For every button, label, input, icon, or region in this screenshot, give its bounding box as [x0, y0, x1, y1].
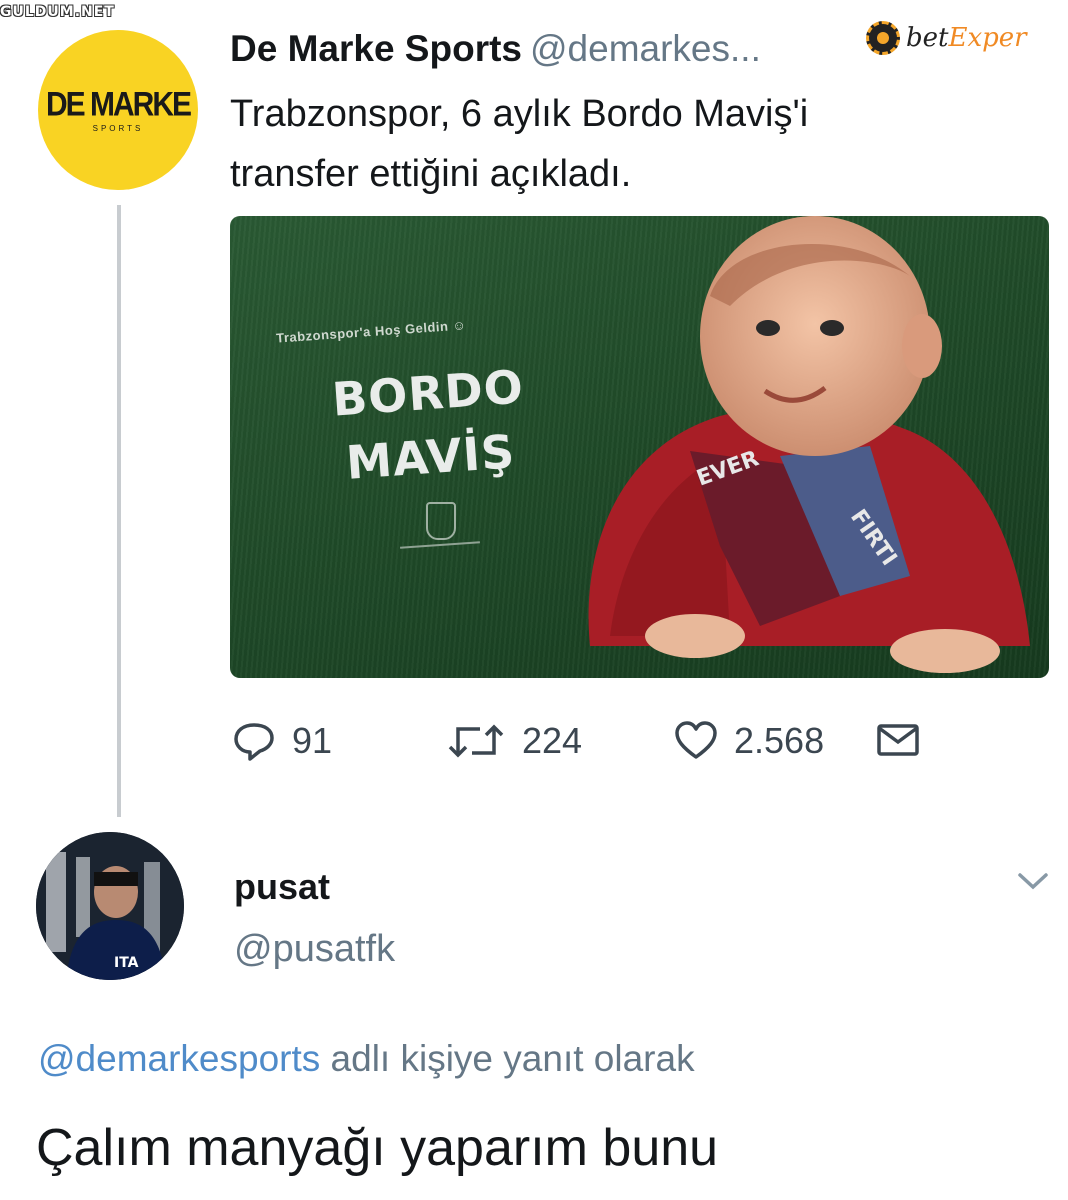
- reply-avatar[interactable]: ITA: [36, 832, 184, 980]
- tweet-handle[interactable]: @demarkes...: [530, 28, 761, 69]
- tweet-header: De Marke Sports @demarkes...: [230, 28, 761, 70]
- reply-text: Çalım manyağı yaparım bunu: [36, 1119, 719, 1177]
- tweet-media-image[interactable]: Trabzonspor'a Hoş Geldin ☺ BORDO MAVİŞ E…: [230, 216, 1049, 678]
- reply-bubble-icon: [234, 723, 274, 761]
- envelope-icon: [877, 724, 919, 756]
- svg-text:ITA: ITA: [114, 955, 139, 971]
- replying-to-line: @demarkesports adlı kişiye yanıt olarak: [38, 1038, 695, 1080]
- tweet-display-name[interactable]: De Marke Sports: [230, 28, 522, 69]
- like-action[interactable]: 2.568: [674, 720, 824, 762]
- poker-chip-icon: [866, 21, 900, 55]
- heart-icon: [675, 721, 717, 759]
- avatar-brand-subtext: SPORTS: [92, 123, 144, 133]
- tweet-avatar[interactable]: DE MARKE SPORTS: [38, 30, 198, 190]
- replying-suffix: adlı kişiye yanıt olarak: [320, 1038, 695, 1079]
- retweet-icon: [448, 724, 504, 758]
- like-count: 2.568: [734, 720, 825, 761]
- direct-message-action[interactable]: [876, 720, 920, 760]
- tweet-text-line: Trabzonspor, 6 aylık Bordo Maviş'i: [230, 93, 809, 135]
- club-crest-icon: [426, 502, 456, 540]
- chevron-down-icon[interactable]: [1016, 870, 1050, 892]
- reply-handle[interactable]: @pusatfk: [234, 928, 395, 971]
- tweet-text: Trabzonspor, 6 aylık Bordo Maviş'i trans…: [230, 84, 990, 204]
- reply-avatar-photo: ITA: [36, 832, 184, 980]
- retweet-action[interactable]: 224: [446, 720, 582, 762]
- reply-count: 91: [292, 720, 333, 761]
- retweet-count: 224: [522, 720, 583, 761]
- tweet-text-line: transfer ettiğini açıkladı.: [230, 153, 632, 195]
- thread-connector-line: [117, 205, 121, 817]
- avatar-brand-text: DE MARKE: [45, 84, 192, 123]
- reply-display-name[interactable]: pusat: [234, 866, 330, 908]
- baby-photo: EVER FIRTI: [588, 216, 1030, 673]
- replying-mention-link[interactable]: @demarkesports: [38, 1038, 320, 1079]
- site-watermark: GULDUM.NET: [0, 4, 115, 20]
- sponsor-wordmark: betExper: [906, 23, 1027, 53]
- sponsor-logo: betExper: [866, 18, 1027, 58]
- reply-action[interactable]: 91: [232, 720, 332, 762]
